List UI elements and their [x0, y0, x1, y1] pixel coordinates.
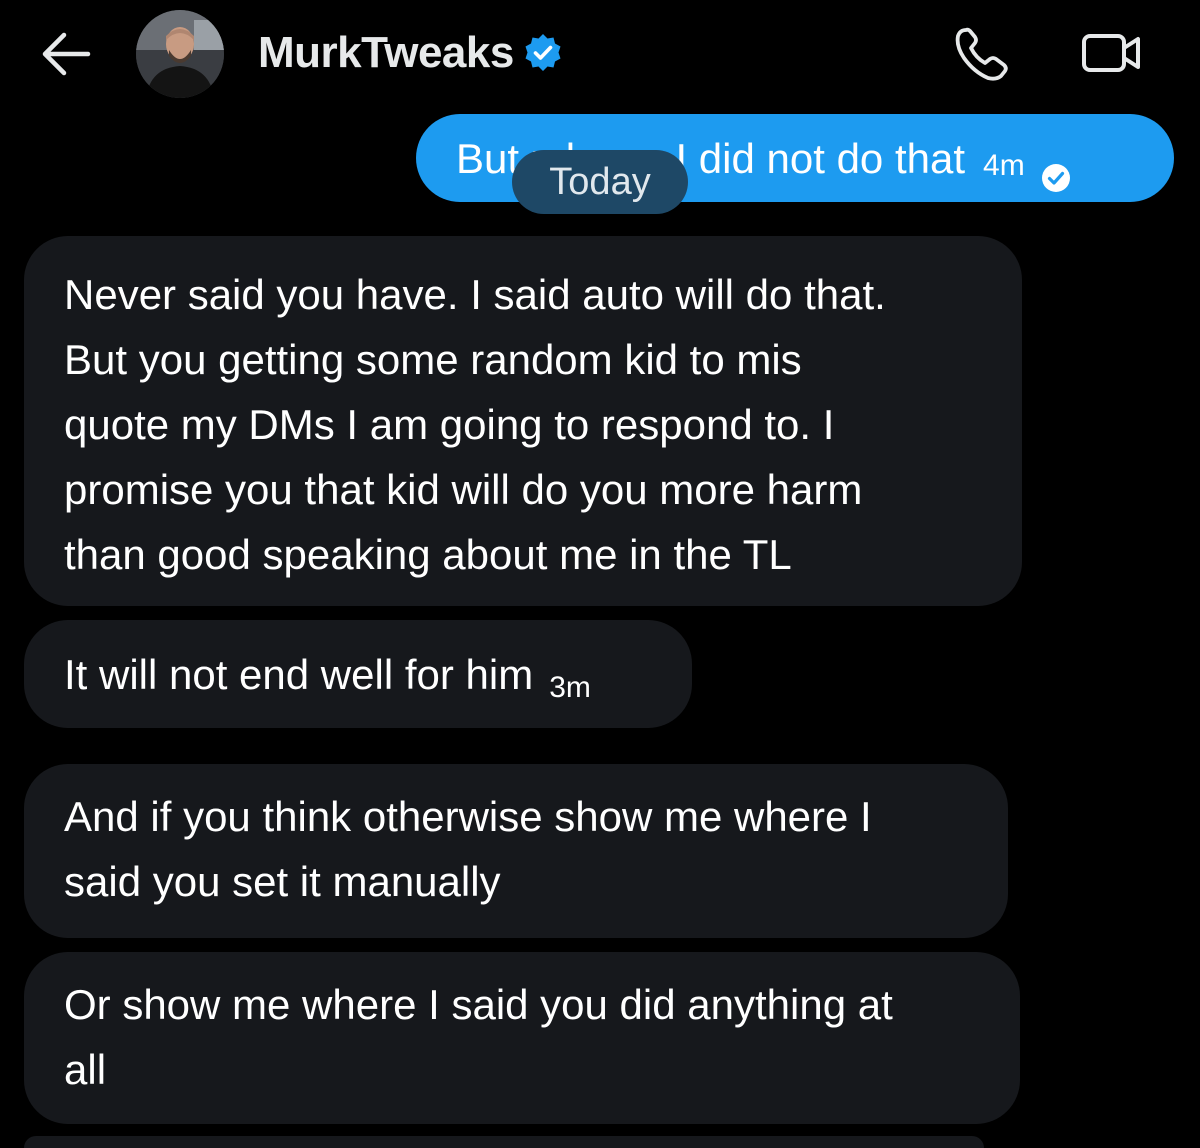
message-bubble-received[interactable]: Never said you have. I said auto will do…: [24, 236, 1022, 606]
message-text: Or show me where I said you did anything…: [64, 981, 893, 1093]
message-text: It will not end well for him: [64, 650, 534, 698]
back-button[interactable]: [38, 30, 92, 78]
message-text: Never said you have. I said auto will do…: [64, 271, 886, 578]
message-bubble-received[interactable]: [24, 1136, 984, 1148]
conversation-header: MurkTweaks: [0, 0, 1200, 110]
message-thread: But u know I did not do that 4m Today Ne…: [0, 0, 1200, 1148]
message-text: And if you think otherwise show me where…: [64, 793, 872, 905]
video-camera-icon: [1082, 34, 1140, 72]
message-bubble-received[interactable]: Or show me where I said you did anything…: [24, 952, 1020, 1124]
contact-name: MurkTweaks: [258, 28, 514, 77]
message-timestamp: 3m: [549, 670, 591, 704]
arrow-left-icon: [42, 32, 91, 76]
contact-name-link[interactable]: MurkTweaks: [258, 28, 564, 78]
avatar[interactable]: [136, 10, 224, 98]
verified-badge-icon: [522, 32, 564, 74]
message-bubble-received[interactable]: And if you think otherwise show me where…: [24, 764, 1008, 938]
call-button[interactable]: [952, 26, 1010, 82]
seen-check-icon: [1041, 146, 1071, 192]
phone-icon: [955, 27, 1008, 81]
video-call-button[interactable]: [1080, 30, 1144, 76]
message-timestamp: 4m: [983, 148, 1025, 182]
day-divider-pill: Today: [512, 150, 688, 214]
message-bubble-received[interactable]: It will not end well for him 3m: [24, 620, 692, 728]
